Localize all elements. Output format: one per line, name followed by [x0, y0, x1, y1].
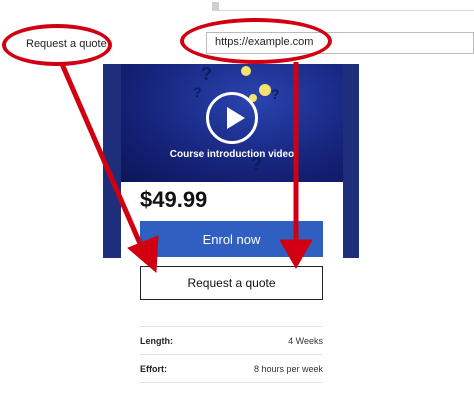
arrow-head-left	[127, 235, 159, 274]
callout-arrows	[59, 62, 313, 274]
arrow-head-right	[279, 239, 313, 270]
arrow-line-left	[59, 63, 151, 263]
